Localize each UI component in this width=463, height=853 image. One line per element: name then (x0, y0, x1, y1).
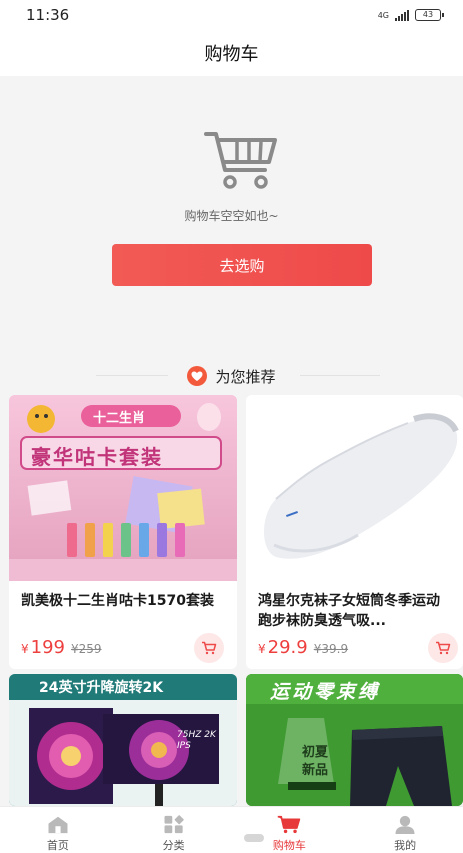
product-price: ¥199 (21, 637, 65, 658)
product-title: 凯美极十二生肖咕卡1570套装 (21, 593, 214, 609)
category-icon (164, 815, 184, 834)
product-image-caption: 24英寸升降旋转2K (39, 680, 164, 696)
price-value: 199 (30, 637, 65, 658)
product-old-price: ¥39.9 (313, 642, 349, 656)
tab-category[interactable]: 分类 (116, 807, 232, 853)
price-row: ¥29.9 ¥39.9 (258, 637, 348, 658)
product-image: 十二生肖 豪华咕卡套装 (9, 395, 237, 581)
cart-icon (278, 815, 301, 834)
product-price: ¥29.9 (258, 637, 308, 658)
cart-icon (436, 641, 451, 655)
tab-cart[interactable]: 购物车 (232, 807, 348, 853)
product-card[interactable]: 24英寸升降旋转2K 75HZ 2K IPS (9, 674, 237, 806)
add-to-cart-button[interactable] (194, 633, 224, 663)
currency-symbol: ¥ (258, 642, 266, 656)
heart-icon (187, 366, 208, 386)
add-to-cart-button[interactable] (428, 633, 458, 663)
currency-symbol: ¥ (21, 642, 29, 656)
product-image-headline: 豪华咕卡套装 (31, 445, 163, 469)
status-time: 11:36 (26, 6, 70, 24)
battery-icon: 43 (415, 9, 444, 21)
home-icon (48, 816, 68, 834)
product-image-badge: 75HZ 2K IPS (177, 730, 216, 751)
product-image-caption: 运动零束缚 (270, 681, 381, 703)
product-image-badge: 初夏新品 (301, 745, 328, 778)
empty-cart-icon (204, 132, 277, 189)
tab-label: 购物车 (272, 839, 306, 852)
profile-icon (395, 815, 415, 834)
signal-icon (395, 9, 409, 21)
price-row: ¥199 ¥259 (21, 637, 102, 658)
empty-cart-section (0, 76, 463, 376)
recommend-header: 为您推荐 (0, 364, 463, 388)
header: 购物车 (0, 30, 463, 76)
tab-profile[interactable]: 我的 (347, 807, 463, 853)
home-indicator (244, 834, 264, 842)
tab-label: 我的 (394, 839, 417, 852)
tab-home[interactable]: 首页 (0, 807, 116, 853)
network-label: 4G (377, 10, 389, 20)
price-value: 29.9 (267, 637, 308, 658)
product-title: 鸿星尔克袜子女短筒冬季运动跑步袜防臭透气吸... (258, 593, 440, 629)
cart-icon (202, 641, 217, 655)
recommend-title: 为您推荐 (215, 367, 276, 386)
product-image (246, 395, 463, 581)
product-image: 运动零束缚 初夏新品 (246, 674, 463, 806)
tab-label: 首页 (46, 839, 69, 852)
tab-bar: 首页 分类 购物车 我的 (0, 806, 463, 853)
status-bar: 11:36 4G 43 (0, 0, 463, 30)
go-shopping-button[interactable]: 去选购 (112, 244, 372, 286)
status-indicators: 4G 43 (377, 9, 444, 21)
product-image-caption: 十二生肖 (93, 411, 146, 426)
product-old-price: ¥259 (71, 642, 102, 656)
product-card[interactable]: 运动零束缚 初夏新品 (246, 674, 463, 806)
tab-label: 分类 (162, 839, 185, 852)
empty-cart-message: 购物车空空如也~ (184, 209, 279, 223)
product-card[interactable]: 鸿星尔克袜子女短筒冬季运动跑步袜防臭透气吸... ¥29.9 ¥39.9 (246, 395, 463, 669)
product-image: 24英寸升降旋转2K 75HZ 2K IPS (9, 674, 237, 806)
page-title: 购物车 (204, 44, 259, 65)
product-card[interactable]: 十二生肖 豪华咕卡套装 凯美极十二生肖咕卡1570套装 ¥199 ¥259 (9, 395, 237, 669)
